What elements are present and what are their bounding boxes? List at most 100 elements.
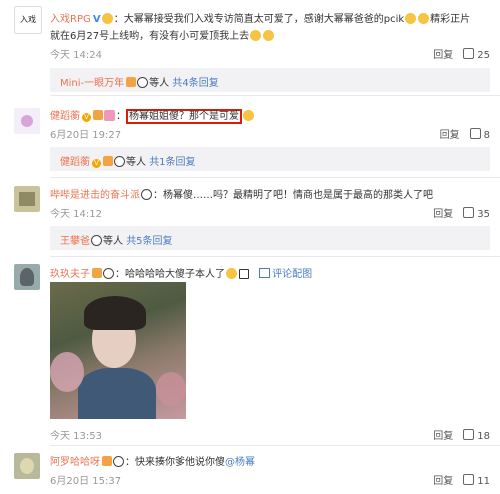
avatar[interactable]: 入戏 bbox=[14, 6, 42, 34]
avatar[interactable] bbox=[14, 453, 40, 479]
comment-1-text: 入戏RPG V ：大幂幂接受我们入戏专访简直太可爱了，感谢大幂幂爸爸的pcik 精彩正… bbox=[50, 10, 470, 25]
like-count: 25 bbox=[477, 50, 490, 61]
thumbs-up-icon bbox=[463, 207, 475, 218]
emoji-icon bbox=[263, 30, 275, 41]
comment-username[interactable]: 哔哔是进击的奋斗派 bbox=[50, 190, 140, 201]
mention-link[interactable]: @杨幂 bbox=[225, 457, 255, 468]
thumbs-up-icon bbox=[463, 474, 475, 485]
divider bbox=[50, 445, 500, 446]
comment-actions: 回复 11 bbox=[423, 472, 490, 487]
avatar-image bbox=[21, 115, 33, 127]
like-button[interactable]: 25 bbox=[463, 48, 490, 61]
comment-actions: 回复 25 bbox=[423, 46, 490, 61]
reply-button[interactable]: 回复 bbox=[433, 209, 453, 220]
emoji-icon bbox=[250, 30, 262, 41]
medal-icon bbox=[103, 156, 113, 166]
comment-image-label: 评论配图 bbox=[272, 269, 313, 280]
thumbs-up-icon bbox=[469, 128, 481, 139]
image-flower bbox=[50, 352, 84, 392]
like-button[interactable]: 8 bbox=[469, 128, 490, 141]
image-flower bbox=[156, 372, 186, 406]
like-button[interactable]: 35 bbox=[463, 207, 490, 220]
panda-icon bbox=[113, 456, 124, 467]
avatar[interactable] bbox=[14, 264, 40, 290]
comment-username[interactable]: 阿罗哈哈呀 bbox=[50, 457, 100, 468]
avatar[interactable] bbox=[14, 108, 40, 134]
sub-reply-suffix: 等人 bbox=[103, 236, 123, 247]
emoji-icon bbox=[418, 13, 430, 24]
sub-reply-suffix: 等人 bbox=[149, 78, 170, 89]
comment-1-text-line2: 就在6月27号上线哟，有没有小可爱顶我上去 bbox=[50, 27, 275, 42]
comment-username[interactable]: 玖玖夫子 bbox=[50, 269, 90, 280]
avatar-image bbox=[19, 192, 35, 206]
medal-icon bbox=[126, 77, 137, 87]
highlighted-text: 杨幂姐姐傻？那个是可爱 bbox=[126, 109, 242, 124]
timestamp: 今天 13:53 bbox=[50, 431, 102, 442]
comment-username[interactable]: 健蹈蘅 bbox=[50, 111, 80, 122]
avatar-image bbox=[20, 268, 34, 286]
divider bbox=[50, 95, 500, 96]
reply-button[interactable]: 回复 bbox=[440, 130, 460, 141]
avatar-logo-text: 入戏 bbox=[20, 15, 36, 24]
divider bbox=[50, 177, 500, 178]
sub-replies-bar[interactable]: Mini-一眼万年 等人 共4条回复 bbox=[50, 68, 490, 92]
timestamp: 6月20日 15:37 bbox=[50, 476, 122, 487]
comment-3-text: 哔哔是进击的奋斗派 ：杨幂傻……吗？最精明了吧！情商也是属于最高的那类人了吧 bbox=[50, 186, 433, 201]
like-count: 8 bbox=[483, 130, 490, 141]
emoji-icon bbox=[239, 269, 249, 279]
emoji-icon bbox=[405, 13, 417, 24]
comment-actions: 回复 35 bbox=[423, 205, 490, 220]
like-button[interactable]: 18 bbox=[463, 429, 490, 442]
comment-body: ：大幂幂接受我们入戏专访简直太可爱了，感谢大幂幂爸爸的pcik bbox=[113, 14, 405, 25]
comment-body: 就在6月27号上线哟，有没有小可爱顶我上去 bbox=[50, 31, 250, 42]
medal-icon bbox=[92, 268, 102, 278]
comment-image-link[interactable]: 评论配图 bbox=[259, 268, 313, 280]
comment-body: ： bbox=[116, 111, 126, 122]
emoji-icon bbox=[104, 110, 115, 121]
sub-reply-user[interactable]: 健蹈蘅 bbox=[60, 157, 90, 168]
comment-image[interactable] bbox=[50, 282, 186, 419]
comment-actions: 回复 18 bbox=[423, 427, 490, 442]
panda-icon bbox=[114, 156, 125, 167]
sub-reply-user[interactable]: Mini-一眼万年 bbox=[60, 78, 124, 89]
reply-button[interactable]: 回复 bbox=[433, 476, 453, 487]
sub-reply-count-link[interactable]: 共1条回复 bbox=[149, 157, 195, 168]
timestamp: 6月20日 19:27 bbox=[50, 130, 122, 141]
panda-icon bbox=[103, 268, 114, 279]
thumbs-up-icon bbox=[463, 429, 475, 440]
timestamp: 今天 14:12 bbox=[50, 209, 102, 220]
timestamp: 今天 14:24 bbox=[50, 50, 102, 61]
sub-reply-count-link[interactable]: 共4条回复 bbox=[172, 78, 218, 89]
reply-button[interactable]: 回复 bbox=[433, 50, 453, 61]
sub-replies-bar[interactable]: 王攀爸 等人 共5条回复 bbox=[50, 226, 490, 250]
comment-body-tail: 精彩正片 bbox=[430, 14, 471, 25]
reply-button[interactable]: 回复 bbox=[433, 431, 453, 442]
comment-4-text: 玖玖夫子 ：哈哈哈哈大傻子本人了 评论配图 bbox=[50, 265, 312, 280]
like-count: 11 bbox=[477, 476, 490, 487]
medal-icon bbox=[102, 456, 112, 466]
thumbs-up-icon bbox=[463, 48, 475, 59]
comment-username[interactable]: 入戏RPG bbox=[50, 14, 91, 25]
like-count: 18 bbox=[477, 431, 490, 442]
sub-reply-user[interactable]: 王攀爸 bbox=[60, 236, 90, 247]
verified-icon: V bbox=[92, 14, 101, 25]
image-figure-hair bbox=[84, 296, 146, 330]
avatar-image bbox=[20, 458, 34, 474]
vip-icon: V bbox=[82, 113, 91, 122]
comment-2-text: 健蹈蘅 V ：杨幂姐姐傻？那个是可爱 bbox=[50, 107, 255, 124]
sub-reply-count-link[interactable]: 共5条回复 bbox=[126, 236, 172, 247]
panda-icon bbox=[137, 77, 149, 88]
comment-body: ：哈哈哈哈大傻子本人了 bbox=[115, 269, 225, 280]
emoji-icon bbox=[226, 268, 237, 279]
comment-actions: 回复 8 bbox=[430, 126, 490, 141]
sub-replies-bar[interactable]: 健蹈蘅 V 等人 共1条回复 bbox=[50, 147, 490, 171]
medal-icon bbox=[93, 110, 103, 120]
like-button[interactable]: 11 bbox=[463, 474, 490, 487]
avatar[interactable] bbox=[14, 186, 40, 212]
divider bbox=[50, 256, 500, 257]
comment-body: ：快来揍你爹他说你傻 bbox=[125, 457, 225, 468]
image-icon bbox=[259, 268, 271, 278]
sub-reply-suffix: 等人 bbox=[126, 157, 146, 168]
emoji-icon bbox=[243, 110, 254, 121]
comment-body: ：杨幂傻……吗？最精明了吧！情商也是属于最高的那类人了吧 bbox=[153, 190, 433, 201]
